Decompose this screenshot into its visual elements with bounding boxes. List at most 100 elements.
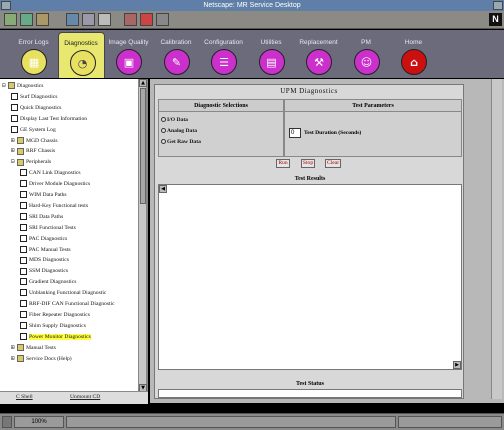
tab-configuration[interactable]: Configuration ☰ bbox=[200, 32, 247, 78]
tab-calibration[interactable]: Calibration ✎ bbox=[153, 32, 200, 78]
main-tab-bar: Error Logs ▦ Diagnostics ◔ Image Quality ▣ Cal… bbox=[0, 30, 504, 78]
tree-item-label: MGD Chassis bbox=[26, 137, 58, 144]
tree-item-label: Diagnostics bbox=[17, 83, 44, 89]
tree-item[interactable]: PAC Diagnostics bbox=[20, 234, 67, 244]
netscape-icon[interactable] bbox=[98, 13, 111, 26]
tree-item-label: RRF-DIF CAN Functional Diagnostic bbox=[29, 301, 115, 307]
tree-item[interactable]: ⊟ Diagnostics bbox=[2, 82, 43, 91]
tree-item[interactable]: Surf Diagnostics bbox=[11, 93, 57, 102]
sidebar-button-row: C Shell Unmount CD bbox=[0, 391, 148, 404]
zoom-level: 100% bbox=[14, 416, 64, 428]
stop-icon[interactable] bbox=[156, 13, 169, 26]
scroll-up-icon[interactable]: ▲ bbox=[139, 79, 147, 87]
tab-error-logs[interactable]: Error Logs ▦ bbox=[10, 32, 57, 78]
tree-item[interactable]: ⊟ Peripherals bbox=[11, 158, 51, 167]
tree-item-label: Service Docs (Help) bbox=[26, 355, 72, 362]
tree-item[interactable]: SRI Functional Tests bbox=[20, 223, 76, 233]
window-maximize-icon[interactable] bbox=[493, 1, 503, 10]
browser-status-bar: 100% bbox=[0, 413, 504, 430]
tab-replacement[interactable]: Replacement ⚒ bbox=[295, 32, 342, 78]
clear-button[interactable]: Clear bbox=[325, 159, 341, 168]
tab-image-quality[interactable]: Image Quality ▣ bbox=[105, 32, 152, 78]
home-icon[interactable] bbox=[66, 13, 79, 26]
tree-item[interactable]: Unblanking Functional Diagnostic bbox=[20, 289, 106, 298]
tree-item[interactable]: ⊞ MGD Chassis bbox=[11, 137, 58, 146]
reload-icon[interactable] bbox=[36, 13, 49, 26]
test-duration-input[interactable]: 0 bbox=[289, 128, 301, 138]
tree-item[interactable]: Driver Module Diagnostics bbox=[20, 180, 90, 189]
tree-item[interactable]: RRF-DIF CAN Functional Diagnostic bbox=[20, 300, 115, 309]
tree-item[interactable]: GE System Log bbox=[11, 125, 56, 135]
results-scroll-right-icon[interactable]: ▶ bbox=[453, 361, 461, 369]
tree-item-label: Surf Diagnostics bbox=[20, 93, 58, 100]
tree-item[interactable]: MDS Diagnostics bbox=[20, 256, 69, 265]
document-icon bbox=[20, 234, 27, 242]
stop-button[interactable]: Stop bbox=[301, 159, 315, 168]
netscape-logo: N bbox=[489, 13, 502, 26]
main-content: UPM Diagnostics Diagnostic Selections I/… bbox=[150, 79, 504, 403]
unmount-cd-button[interactable]: Unmount CD bbox=[70, 394, 100, 400]
tree-item-label: SSM Diagnostics bbox=[29, 268, 69, 275]
tree-item[interactable]: ⊞ RRF Chassis bbox=[11, 147, 55, 156]
forward-icon[interactable] bbox=[20, 13, 33, 26]
print-icon[interactable] bbox=[124, 13, 137, 26]
tree-item-label: WIM Data Paths bbox=[29, 192, 67, 198]
search-icon[interactable] bbox=[82, 13, 95, 26]
tree-item[interactable]: WIM Data Paths bbox=[20, 191, 67, 200]
document-icon bbox=[20, 322, 27, 330]
wrench-icon: ⚒ bbox=[306, 49, 332, 75]
sidebar-scroll-thumb[interactable] bbox=[140, 88, 146, 204]
tree-item[interactable]: Power Monitor Diagnostics bbox=[20, 332, 91, 342]
sidebar-vertical-scrollbar[interactable]: ▲ ▼ bbox=[138, 79, 147, 393]
window-menu-icon[interactable] bbox=[1, 1, 11, 10]
tree-item[interactable]: Hard-Key Functional tests bbox=[20, 202, 88, 211]
window-titlebar[interactable]: Netscape: MR Service Desktop bbox=[0, 0, 504, 11]
folder-icon bbox=[17, 158, 24, 166]
document-icon bbox=[20, 223, 27, 231]
tree-item[interactable]: Gradient Diagnostics bbox=[20, 278, 76, 287]
tab-home[interactable]: Home ⌂ bbox=[390, 32, 437, 78]
tree-item-label: Display Last Test Information bbox=[20, 115, 88, 122]
tree-item[interactable]: Shim Supply Diagnostics bbox=[20, 322, 86, 331]
tree-item[interactable]: ⊞ Manual Tests bbox=[11, 344, 56, 353]
c-shell-button[interactable]: C Shell bbox=[16, 394, 33, 400]
tree-item[interactable]: Fiber Repeater Diagnostics bbox=[20, 311, 90, 320]
document-icon bbox=[20, 267, 27, 275]
diagnostics-tree: ⊟ Diagnostics Surf Diagnostics Quick Diagno… bbox=[0, 79, 138, 393]
window-title: Netscape: MR Service Desktop bbox=[203, 2, 301, 9]
tab-label: Image Quality bbox=[108, 39, 149, 46]
tree-item[interactable]: Quick Diagnostics bbox=[11, 104, 61, 113]
test-parameters-header: Test Parameters bbox=[285, 100, 461, 112]
get-raw-data-option[interactable]: Get Raw Data bbox=[161, 139, 201, 145]
tree-item-label: Gradient Diagnostics bbox=[29, 279, 77, 286]
run-button[interactable]: Run bbox=[276, 159, 290, 168]
tree-item[interactable]: SRI Data Paths bbox=[20, 213, 63, 222]
tree-item[interactable]: Display Last Test Information bbox=[11, 114, 88, 124]
folder-icon bbox=[17, 136, 24, 144]
tree-item-label: MDS Diagnostics bbox=[29, 257, 69, 264]
document-icon bbox=[20, 300, 27, 308]
security-icon[interactable] bbox=[140, 13, 153, 26]
folder-icon bbox=[17, 147, 24, 155]
document-icon bbox=[20, 256, 27, 264]
io-data-option[interactable]: I/O Data bbox=[161, 117, 188, 123]
tab-diagnostics[interactable]: Diagnostics ◔ bbox=[57, 32, 105, 78]
tree-item[interactable]: ⊞ Service Docs (Help) bbox=[11, 355, 72, 364]
tab-utilities[interactable]: Utilities ▤ bbox=[248, 32, 295, 78]
tree-item[interactable]: CAN Link Diagnostics bbox=[20, 169, 81, 178]
tree-item[interactable]: PAC Manual Tests bbox=[20, 245, 71, 255]
tree-item[interactable]: SSM Diagnostics bbox=[20, 267, 68, 276]
folder-icon bbox=[17, 343, 24, 351]
navigation-sidebar: ⊟ Diagnostics Surf Diagnostics Quick Diagno… bbox=[0, 79, 148, 403]
test-status-area bbox=[158, 389, 462, 398]
document-icon bbox=[20, 202, 27, 210]
results-scroll-up-icon[interactable]: ◀ bbox=[159, 185, 167, 193]
tab-pm[interactable]: PM ☺ bbox=[343, 32, 390, 78]
folder-icon bbox=[8, 82, 15, 90]
tab-label: Configuration bbox=[204, 39, 243, 46]
test-results-area[interactable]: ◀ ▶ bbox=[158, 184, 462, 370]
back-icon[interactable] bbox=[4, 13, 17, 26]
analog-data-option[interactable]: Analog Data bbox=[161, 128, 197, 134]
tree-item-label: Driver Module Diagnostics bbox=[29, 181, 91, 188]
main-vertical-scrollbar[interactable] bbox=[491, 79, 502, 399]
